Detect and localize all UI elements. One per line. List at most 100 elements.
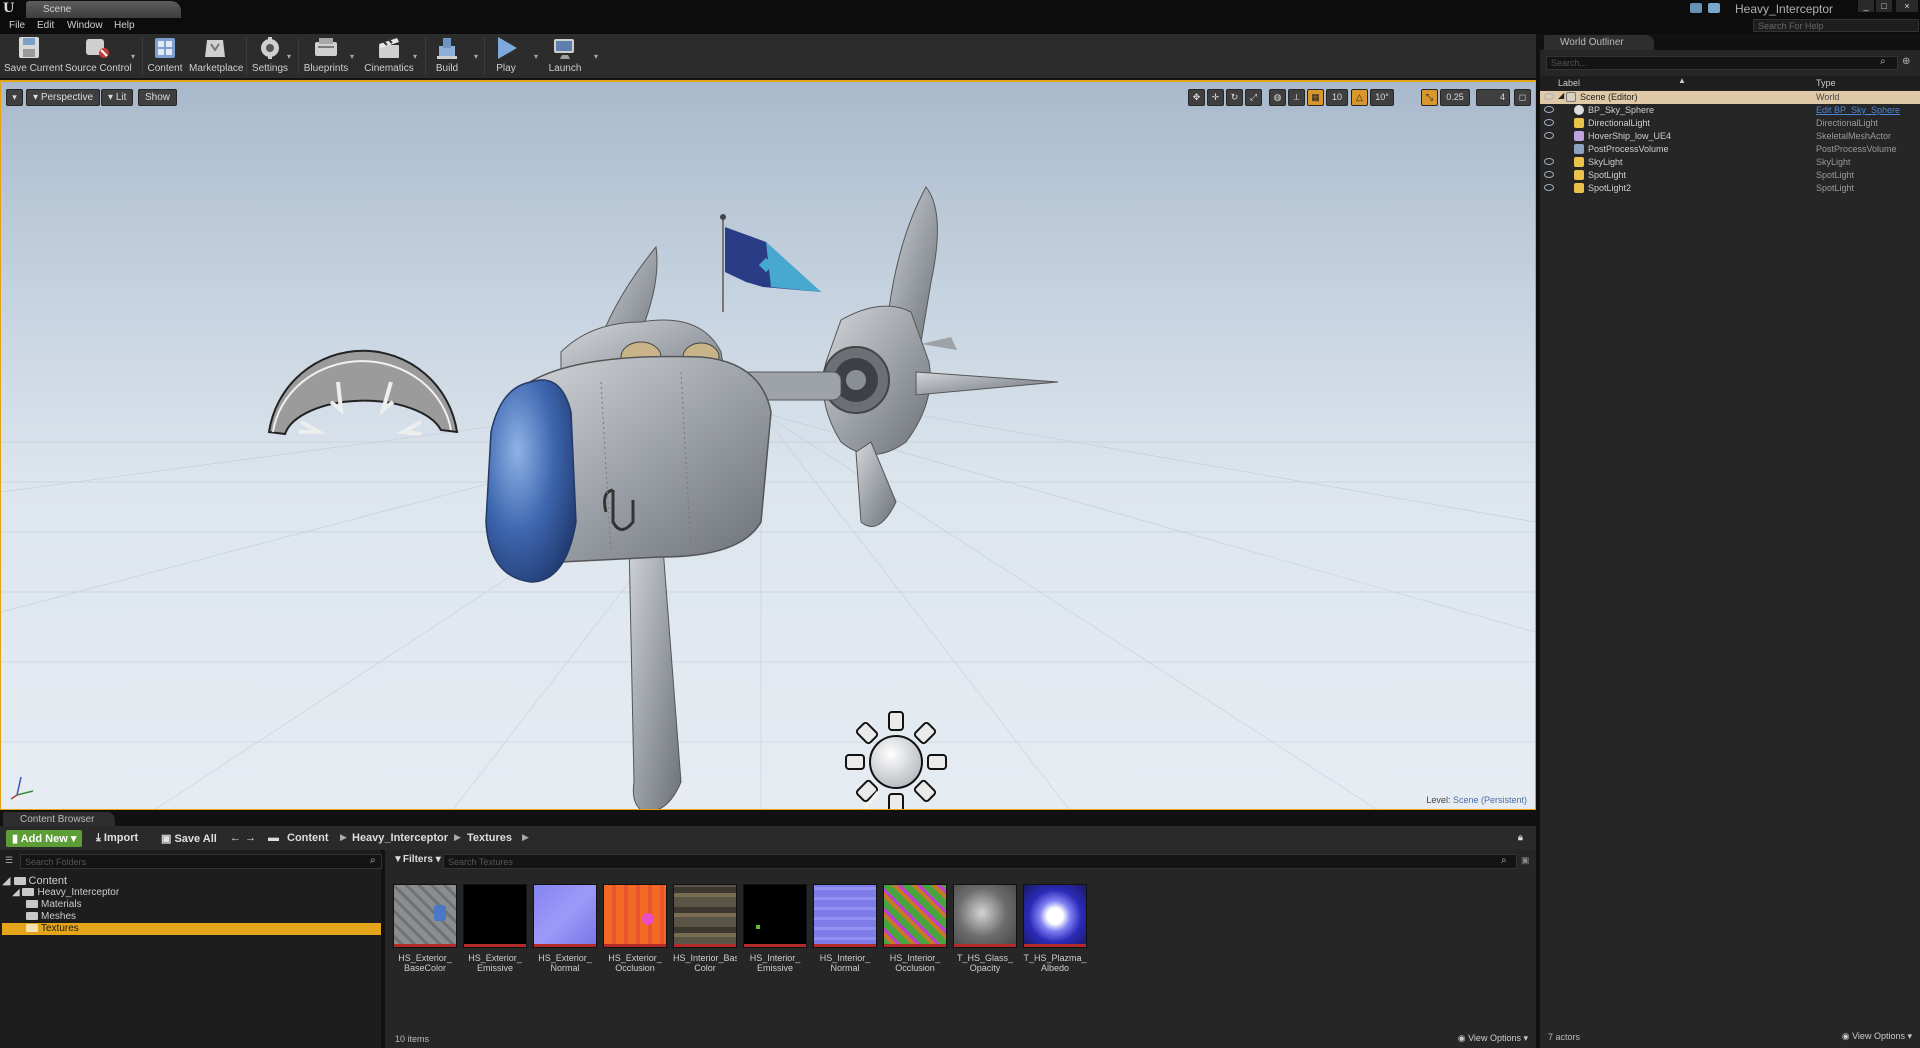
notification-icon[interactable] [1690,3,1702,13]
asset-tile[interactable]: HS_Interior_ Occlusion Roughness [883,884,947,973]
level-viewport[interactable]: ▾ ▾ Perspective ▾ Lit Show ✥ ✛ ↻ ⤢ ◍ ⟂ ▦… [0,80,1536,810]
source-control-button[interactable]: Source Control [65,36,132,78]
asset-tile[interactable]: T_HS_Plazma_ Albedo Transparency [1023,884,1087,973]
minimize-button[interactable]: _ [1858,0,1874,12]
breadcrumb-chevron-icon[interactable]: ▶ [522,832,529,843]
cinematics-dropdown-icon[interactable]: ▾ [413,52,417,61]
save-search-icon[interactable]: ▣ [1521,855,1530,866]
maximize-button[interactable]: □ [1876,0,1892,12]
help-search-input[interactable]: Search For Help [1753,19,1919,32]
folder-search-input[interactable]: Search Folders [20,854,382,869]
outliner-row-spot-light-2[interactable]: SpotLight2 SpotLight [1540,182,1920,195]
menu-window[interactable]: Window [67,20,103,31]
blueprints-button[interactable]: Blueprints [302,36,350,78]
cinematics-button[interactable]: Cinematics [364,36,414,78]
toolbar-separator [142,38,143,74]
add-new-label: Add New [20,833,68,845]
forward-arrow-icon[interactable]: → [245,832,256,844]
back-arrow-icon[interactable]: ← [230,832,241,844]
settings-button[interactable]: Settings [250,36,290,78]
visibility-eye-icon[interactable] [1544,93,1554,100]
save-current-button[interactable]: Save Current [4,36,63,78]
marketplace-button[interactable]: Marketplace [189,36,243,78]
launch-button[interactable]: Launch [545,36,585,78]
blueprints-dropdown-icon[interactable]: ▾ [350,52,354,61]
visibility-eye-icon[interactable] [1544,158,1554,165]
view-options-label: View Options [1468,1033,1521,1043]
folder-textures[interactable]: Textures [2,923,381,935]
breadcrumb-chevron-icon[interactable]: ▶ [454,832,461,843]
add-filter-icon[interactable]: ⊕ [1902,56,1910,67]
asset-tile[interactable]: HS_Interior_ Emissive [743,884,807,973]
menu-help[interactable]: Help [114,20,135,31]
launch-dropdown-icon[interactable]: ▾ [594,52,598,61]
breadcrumb-content[interactable]: Content [287,832,329,844]
outliner-row-sky-light[interactable]: SkyLight SkyLight [1540,156,1920,169]
edit-blueprint-link[interactable]: Edit BP_Sky_Sphere [1816,105,1900,115]
play-button[interactable]: Play [489,36,523,78]
title-bar: U Scene Heavy_Interceptor _ □ × [0,0,1920,18]
breadcrumb-chevron-icon[interactable]: ▶ [340,832,347,843]
folder-icon [26,912,38,920]
outliner-row-post-process-volume[interactable]: PostProcessVolume PostProcessVolume [1540,143,1920,156]
close-button[interactable]: × [1896,0,1918,12]
source-control-label: Source Control [65,63,132,74]
asset-name: HS_Interior_ Occlusion Roughness [889,953,941,973]
outliner-row-hovership[interactable]: HoverShip_low_UE4 SkeletalMeshActor [1540,130,1920,143]
menu-edit[interactable]: Edit [37,20,54,31]
asset-tile[interactable]: HS_Exterior_ Normal [533,884,597,973]
asset-tile[interactable]: HS_Interior_ Normal [813,884,877,973]
level-tab[interactable]: Scene [26,1,181,18]
asset-thumbnail [533,884,597,948]
breadcrumb-textures[interactable]: Textures [467,832,512,844]
lock-icon[interactable]: 🔒︎ [1518,832,1523,843]
play-dropdown-icon[interactable]: ▾ [534,52,538,61]
asset-name: T_HS_Glass_ Opacity [956,953,1014,973]
folder-heavy-interceptor[interactable]: ◢ Heavy_Interceptor [2,887,381,899]
asset-tile[interactable]: HS_Exterior_ BaseColor [393,884,457,973]
unreal-logo-icon[interactable]: U [3,2,17,16]
asset-view-options-button[interactable]: ◉ View Options ▾ [1458,1033,1528,1044]
breadcrumb-heavy-interceptor[interactable]: Heavy_Interceptor [352,832,448,844]
save-all-label: Save All [174,833,217,845]
label-column-header[interactable]: Label [1558,78,1580,88]
source-control-dropdown-icon[interactable]: ▾ [131,52,135,61]
outliner-search-input[interactable]: Search... [1546,56,1898,70]
outliner-row-directional-light[interactable]: DirectionalLight DirectionalLight [1540,117,1920,130]
menu-file[interactable]: File [9,20,25,31]
content-button[interactable]: Content [146,36,184,78]
import-button[interactable]: ⤓ Import [92,830,142,847]
asset-search-input[interactable]: Search Textures [443,854,1517,869]
folder-materials[interactable]: Materials [2,899,381,911]
asset-tile[interactable]: HS_Exterior_ Occlusion Roughness [603,884,667,973]
tree-toggle-icon[interactable]: ☰ [5,855,13,866]
build-dropdown-icon[interactable]: ▾ [474,52,478,61]
folder-meshes[interactable]: Meshes [2,911,381,923]
build-button[interactable]: Build [430,36,464,78]
folder-content[interactable]: ◢ Content [2,874,381,887]
sort-arrow-icon[interactable]: ▲ [1678,76,1686,85]
visibility-eye-icon[interactable] [1544,132,1554,139]
content-browser-tab[interactable]: Content Browser [3,812,115,826]
asset-tile[interactable]: HS_Interior_Base Color [673,884,737,973]
add-new-button[interactable]: ▮ Add New ▾ [6,830,83,847]
visibility-eye-icon[interactable] [1544,106,1554,113]
outliner-row-bp-sky-sphere[interactable]: BP_Sky_Sphere Edit BP_Sky_Sphere [1540,104,1920,117]
visibility-eye-icon[interactable] [1544,171,1554,178]
asset-tile[interactable]: HS_Exterior_ Emissive [463,884,527,973]
source-status-icon[interactable] [1708,3,1720,13]
world-outliner-tab[interactable]: World Outliner [1544,35,1654,50]
save-all-button[interactable]: ▣ Save All [157,830,221,847]
outliner-row-spot-light[interactable]: SpotLight SpotLight [1540,169,1920,182]
expand-arrow-icon[interactable]: ◢ [1558,91,1564,100]
filters-button[interactable]: ▼Filters ▾ [393,854,441,869]
visibility-eye-icon[interactable] [1544,119,1554,126]
asset-tile[interactable]: T_HS_Glass_ Opacity [953,884,1017,973]
outliner-view-options-button[interactable]: ◉ View Options ▾ [1842,1031,1912,1042]
settings-label: Settings [251,63,289,74]
visibility-eye-icon[interactable] [1544,184,1554,191]
outliner-row-scene[interactable]: ◢ Scene (Editor) World [1540,91,1920,104]
scene-render [267,186,1059,809]
type-column-header[interactable]: Type [1816,78,1836,88]
settings-dropdown-icon[interactable]: ▾ [287,52,291,61]
